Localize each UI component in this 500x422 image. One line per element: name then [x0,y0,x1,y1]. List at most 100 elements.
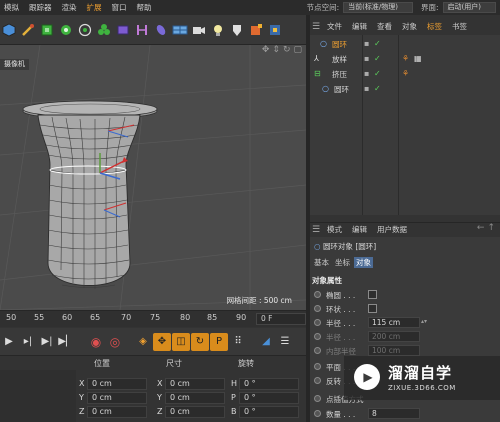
python-icon[interactable] [266,20,283,40]
deformer-icon[interactable] [114,20,131,40]
object-name[interactable]: 圆环 [332,39,347,50]
keyframe-dot[interactable] [314,319,321,326]
stepper-icon[interactable]: ▴▾ [421,318,427,325]
position-x-field[interactable]: 0 cm [87,378,147,390]
om-menu-file[interactable]: 文件 [322,21,347,32]
object-name[interactable]: 圆环 [334,84,349,95]
spline-icon[interactable] [76,20,93,40]
pla-key-icon[interactable]: ⠿ [229,333,247,351]
phong-tag-icon[interactable]: ⚘ [402,69,409,78]
om-menu-object[interactable]: 对象 [397,21,422,32]
timeline-ruler[interactable]: 50 55 60 65 70 75 80 85 90 0 F [0,310,306,327]
tab-basic[interactable]: 基本 [312,257,331,268]
position-z-field[interactable]: 0 cm [87,406,147,418]
auto-key-icon[interactable]: ◎ [106,333,124,351]
am-menu-edit[interactable]: 编辑 [347,224,372,235]
menu-tracker[interactable]: 跟踪器 [25,2,58,13]
enabled-check-icon[interactable]: ✓ [374,84,381,93]
viewport[interactable]: 摄像机 ✥ ⇕ ↻ ▢ 网格间距 : 500 cm [0,45,306,310]
menu-extensions[interactable]: 扩展 [83,2,108,13]
keyframe-dot[interactable] [314,333,321,340]
array-icon[interactable] [57,20,74,40]
radius-y-field[interactable]: 200 cm [368,331,420,342]
enabled-check-icon[interactable]: ✓ [374,39,381,48]
keyframe-dot[interactable] [314,395,321,402]
keyframe-dot[interactable] [314,305,321,312]
rotate-view-icon[interactable]: ↻ [283,45,291,57]
next-key-icon[interactable]: ▶| [38,333,56,351]
history-nav-icons[interactable]: ←↑ [477,223,498,233]
menu-window[interactable]: 窗口 [108,2,133,13]
sound-icon[interactable] [228,20,245,40]
node-space-dropdown[interactable]: 当前(标准/物理) [343,2,413,13]
om-menu-view[interactable]: 查看 [372,21,397,32]
object-row[interactable]: ⅄ 放样 ▪ ✓ ⚘ ▦ [310,53,500,66]
brush-icon[interactable] [19,20,36,40]
cloner-icon[interactable] [95,20,112,40]
maximize-view-icon[interactable]: ▢ [293,45,302,57]
size-y-field[interactable]: 0 cm [165,392,225,404]
menu-grip-icon[interactable]: ☰ [310,22,322,32]
number-field[interactable]: 8 [368,408,420,419]
editor-visibility-icon[interactable]: ▪ [364,69,369,78]
enabled-check-icon[interactable]: ✓ [374,54,381,63]
object-manager-list[interactable]: ○ 圆环 ▪ ✓ ⅄ 放样 ▪ ✓ ⚘ ▦ ⊟ 挤压 ▪ ✓ ⚘ ○ 圆环 ▪ … [310,35,500,215]
object-row[interactable]: ○ 圆环 ▪ ✓ [310,38,500,51]
tag-icon[interactable] [247,20,264,40]
keyframe-dot[interactable] [314,363,321,370]
move-view-icon[interactable]: ✥ [262,45,270,57]
size-z-field[interactable]: 0 cm [165,406,225,418]
radius-field[interactable]: 115 cm [368,317,420,328]
capsule-icon[interactable] [152,20,169,40]
om-menu-edit[interactable]: 编辑 [347,21,372,32]
play-icon[interactable]: ▶ [0,333,18,351]
om-menu-tags[interactable]: 标签 [422,21,447,32]
position-key-icon[interactable]: ✥ [153,332,171,351]
settings-icon[interactable]: ☰ [276,333,294,351]
keyframe-selection-icon[interactable]: ◈ [134,333,152,351]
rotation-p-field[interactable]: 0 ° [239,392,299,404]
zoom-view-icon[interactable]: ⇕ [272,45,280,57]
interface-dropdown[interactable]: 启动(用户) [442,2,496,13]
editor-visibility-icon[interactable]: ▪ [364,54,369,63]
tab-coord[interactable]: 坐标 [333,257,352,268]
camera-tab[interactable]: 摄像机 [0,59,29,70]
camera-icon[interactable] [190,20,207,40]
rotation-b-field[interactable]: 0 ° [239,406,299,418]
editor-visibility-icon[interactable]: ▪ [364,39,369,48]
am-menu-userdata[interactable]: 用户数据 [372,224,412,235]
object-row[interactable]: ⊟ 挤压 ▪ ✓ ⚘ [310,68,500,81]
subdivision-icon[interactable] [38,20,55,40]
bend-icon[interactable] [133,20,150,40]
light-icon[interactable] [209,20,226,40]
current-frame-field[interactable]: 0 F [256,313,306,325]
am-menu-mode[interactable]: 模式 [322,224,347,235]
keyframe-dot[interactable] [314,377,321,384]
keyframe-dot[interactable] [314,410,321,417]
object-row[interactable]: ○ 圆环 ▪ ✓ [310,83,500,96]
enabled-check-icon[interactable]: ✓ [374,69,381,78]
menu-grip-icon[interactable]: ☰ [310,225,322,235]
audio-icon[interactable]: ◢ [257,333,275,351]
object-name[interactable]: 放样 [332,54,347,65]
ring-checkbox[interactable] [368,304,377,313]
size-x-field[interactable]: 0 cm [165,378,225,390]
rotation-key-icon[interactable]: ↻ [191,332,209,351]
object-name[interactable]: 挤压 [332,69,347,80]
cube-icon[interactable] [0,20,17,40]
tab-object[interactable]: 对象 [354,257,373,268]
floor-icon[interactable] [171,20,188,40]
position-y-field[interactable]: 0 cm [87,392,147,404]
record-key-icon[interactable]: ◉ [87,333,105,351]
menu-simulate[interactable]: 模拟 [0,2,25,13]
editor-visibility-icon[interactable]: ▪ [364,84,369,93]
goto-end-icon[interactable]: ▶▏ [57,333,75,351]
checker-tag-icon[interactable]: ▦ [414,54,422,63]
menu-render[interactable]: 渲染 [58,2,83,13]
phong-tag-icon[interactable]: ⚘ [402,54,409,63]
menu-help[interactable]: 帮助 [133,2,158,13]
keyframe-dot[interactable] [314,291,321,298]
rotation-h-field[interactable]: 0 ° [239,378,299,390]
next-frame-icon[interactable]: ▸| [19,333,37,351]
ellipse-checkbox[interactable] [368,290,377,299]
